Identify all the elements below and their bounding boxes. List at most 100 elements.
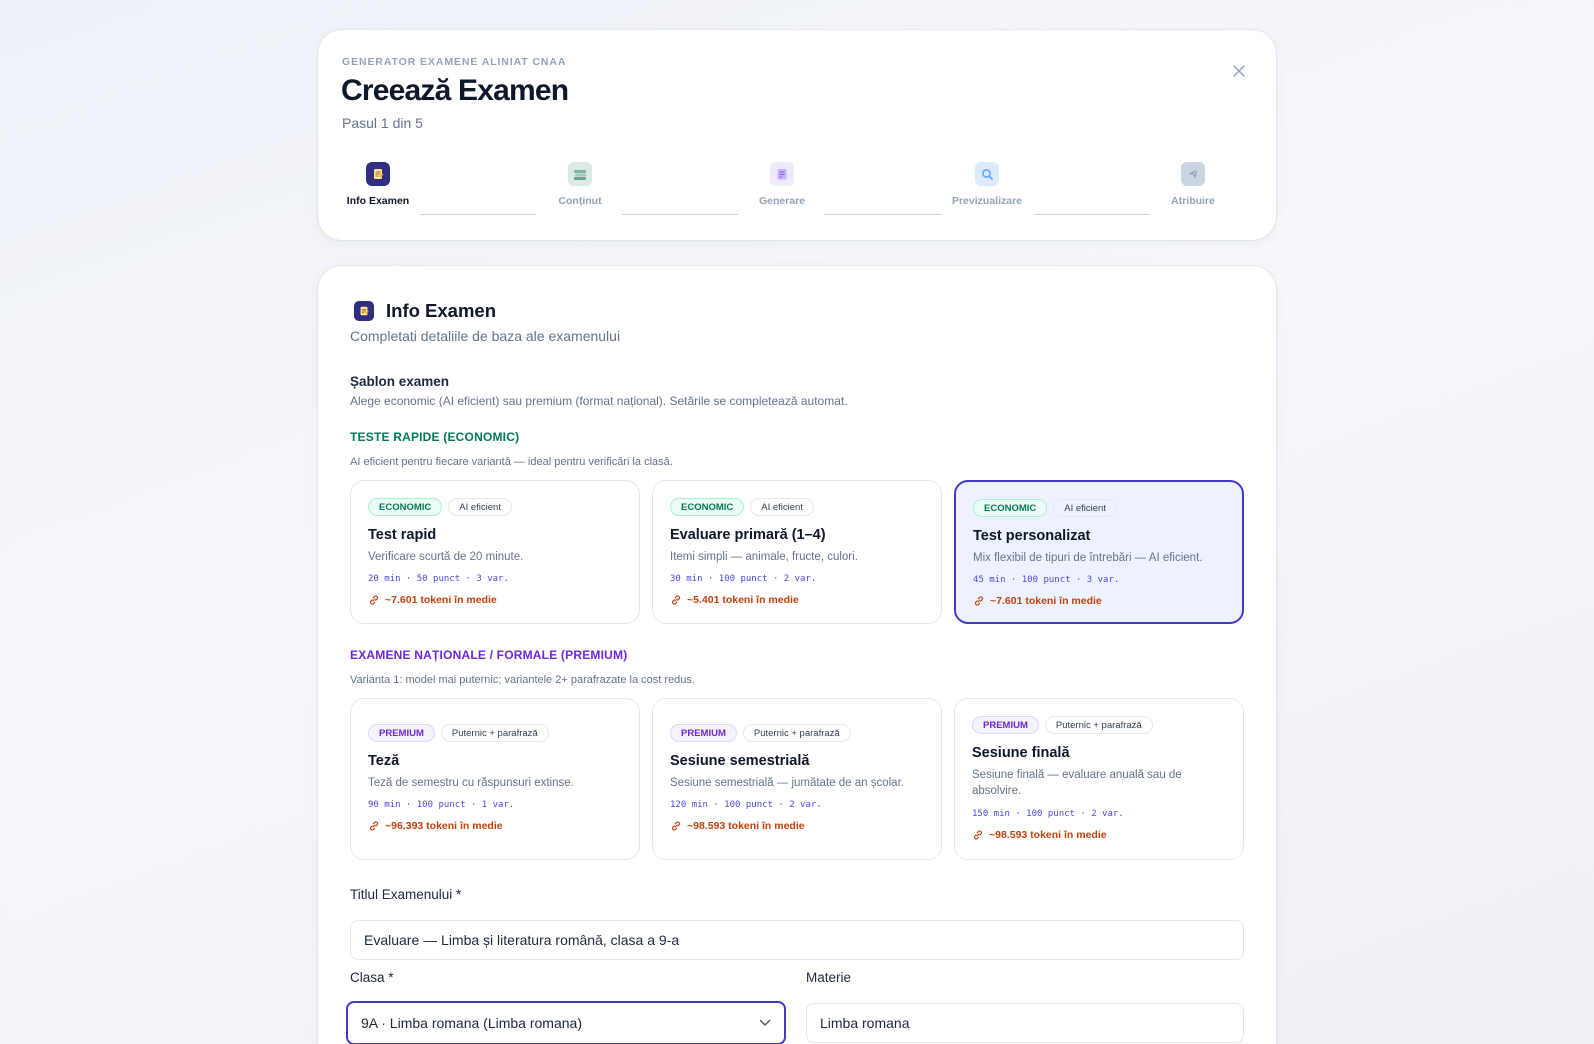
economic-badge: ECONOMIC bbox=[670, 498, 745, 516]
template-card-title: Test rapid bbox=[368, 527, 437, 543]
tokens-text: ~5.401 tokeni în medie bbox=[687, 594, 799, 606]
template-card-tokens: ~98.593 tokeni în medie bbox=[972, 829, 1107, 841]
template-card-title: Sesiune finală bbox=[972, 745, 1070, 761]
ai-tag-badge: AI eficient bbox=[1053, 499, 1117, 517]
template-card-description: Sesiune semestrială — jumătate de an șco… bbox=[670, 777, 904, 789]
close-icon bbox=[1233, 65, 1245, 77]
books-icon bbox=[568, 162, 592, 186]
template-card-sesiune-finala[interactable]: PREMIUM Puternic + parafrază Sesiune fin… bbox=[954, 698, 1244, 860]
economic-group-title: TESTE RAPIDE (ECONOMIC) bbox=[350, 430, 520, 444]
section-subtitle: Completati detaliile de baza ale examenu… bbox=[350, 328, 621, 344]
template-card-description: Teză de semestru cu răspunsuri extinse. bbox=[368, 777, 574, 789]
badge-row: PREMIUM Puternic + parafrază bbox=[670, 724, 857, 742]
section-header: Info Examen bbox=[354, 300, 496, 322]
template-card-meta: 150 min · 100 punct · 2 var. bbox=[972, 809, 1124, 819]
section-title: Info Examen bbox=[386, 300, 496, 321]
link-icon bbox=[671, 821, 681, 831]
ai-tag-badge: AI eficient bbox=[448, 498, 512, 516]
model-tag-badge: Puternic + parafrază bbox=[1044, 716, 1153, 734]
template-card-tokens: ~7.601 tokeni în medie bbox=[973, 595, 1102, 607]
class-select-value: 9A · Limba romana (Limba romana) bbox=[361, 1015, 582, 1031]
ai-tag-badge: AI eficient bbox=[750, 498, 814, 516]
link-icon bbox=[369, 595, 379, 605]
notepad-icon bbox=[770, 162, 794, 186]
template-card-title: Teză bbox=[368, 753, 400, 769]
template-card-meta: 30 min · 100 punct · 2 var. bbox=[670, 574, 817, 584]
model-tag-badge: Puternic + parafrază bbox=[440, 724, 549, 742]
step-atribuire[interactable]: Atribuire bbox=[1133, 162, 1253, 207]
economic-badge: ECONOMIC bbox=[368, 498, 443, 516]
tokens-text: ~7.601 tokeni în medie bbox=[990, 595, 1102, 607]
model-tag-badge: Puternic + parafrază bbox=[742, 724, 851, 742]
badge-row: PREMIUM Puternic + parafrază bbox=[368, 724, 555, 742]
step-label: Previzualizare bbox=[951, 195, 1023, 207]
badge-row: PREMIUM Puternic + parafrază bbox=[972, 716, 1159, 734]
template-card-description: Verificare scurtă de 20 minute. bbox=[368, 551, 524, 563]
step-continut[interactable]: Conținut bbox=[520, 162, 640, 207]
link-icon bbox=[671, 595, 681, 605]
step-connector bbox=[420, 214, 536, 215]
template-card-test-personalizat[interactable]: ECONOMIC AI eficient Test personalizat M… bbox=[954, 480, 1244, 624]
step-counter: Pasul 1 din 5 bbox=[342, 115, 423, 131]
document-pencil-icon bbox=[366, 162, 390, 186]
template-card-description: Itemi simpli — animale, fructe, culori. bbox=[670, 551, 858, 563]
tokens-text: ~98.593 tokeni în medie bbox=[687, 820, 805, 832]
template-card-test-rapid[interactable]: ECONOMIC AI eficient Test rapid Verifica… bbox=[350, 480, 640, 624]
step-label: Conținut bbox=[558, 195, 602, 207]
template-card-title: Evaluare primară (1–4) bbox=[670, 527, 826, 543]
link-icon bbox=[974, 596, 984, 606]
template-card-meta: 90 min · 100 punct · 1 var. bbox=[368, 800, 515, 810]
template-card-description: Sesiune finală — evaluare anuală sau de … bbox=[972, 769, 1182, 797]
premium-group-title: EXAMENE NAȚIONALE / FORMALE (PREMIUM) bbox=[350, 648, 628, 662]
tokens-text: ~7.601 tokeni în medie bbox=[385, 594, 497, 606]
template-card-tokens: ~98.593 tokeni în medie bbox=[670, 820, 805, 832]
step-connector bbox=[824, 214, 942, 215]
step-label: Info Examen bbox=[346, 195, 410, 207]
economic-badge: ECONOMIC bbox=[973, 499, 1048, 517]
exam-title-value: Evaluare — Limba și literatura română, c… bbox=[364, 932, 680, 948]
template-card-meta: 120 min · 100 punct · 2 var. bbox=[670, 800, 822, 810]
premium-badge: PREMIUM bbox=[368, 724, 435, 742]
link-icon bbox=[369, 821, 379, 831]
badge-row: ECONOMIC AI eficient bbox=[670, 498, 820, 516]
subject-value: Limba romana bbox=[820, 1015, 910, 1031]
tokens-text: ~98.593 tokeni în medie bbox=[989, 829, 1107, 841]
template-label: Șablon examen bbox=[350, 374, 450, 389]
tokens-text: ~96.393 tokeni în medie bbox=[385, 820, 503, 832]
step-previzualizare[interactable]: Previzualizare bbox=[927, 162, 1047, 207]
template-card-tokens: ~5.401 tokeni în medie bbox=[670, 594, 799, 606]
main-card: Info Examen Completati detaliile de baza… bbox=[318, 266, 1276, 1044]
header-card: GENERATOR EXAMENE ALINIAT CNAA Creează E… bbox=[318, 30, 1276, 240]
stepper: Info Examen Conținut Generare Previzuali… bbox=[318, 162, 1276, 222]
document-pencil-icon bbox=[354, 301, 374, 321]
badge-row: ECONOMIC AI eficient bbox=[368, 498, 518, 516]
premium-badge: PREMIUM bbox=[972, 716, 1039, 734]
template-card-description: Mix flexibil de tipuri de întrebări — AI… bbox=[973, 552, 1203, 564]
step-generare[interactable]: Generare bbox=[722, 162, 842, 207]
step-connector bbox=[1034, 214, 1150, 215]
premium-badge: PREMIUM bbox=[670, 724, 737, 742]
template-card-meta: 45 min · 100 punct · 3 var. bbox=[973, 575, 1120, 585]
template-card-meta: 20 min · 50 punct · 3 var. bbox=[368, 574, 509, 584]
subject-input[interactable]: Limba romana bbox=[806, 1003, 1244, 1043]
class-select[interactable]: 9A · Limba romana (Limba romana) bbox=[346, 1001, 786, 1044]
page-title: Creează Examen bbox=[341, 74, 569, 107]
template-card-teza[interactable]: PREMIUM Puternic + parafrază Teză Teză d… bbox=[350, 698, 640, 860]
send-icon bbox=[1181, 162, 1205, 186]
template-card-title: Test personalizat bbox=[973, 528, 1091, 544]
template-card-tokens: ~7.601 tokeni în medie bbox=[368, 594, 497, 606]
close-button[interactable] bbox=[1228, 60, 1250, 82]
subject-label: Materie bbox=[806, 970, 852, 985]
template-card-sesiune-semestriala[interactable]: PREMIUM Puternic + parafrază Sesiune sem… bbox=[652, 698, 942, 860]
step-connector bbox=[622, 214, 738, 215]
step-label: Atribuire bbox=[1171, 195, 1215, 207]
template-card-tokens: ~96.393 tokeni în medie bbox=[368, 820, 503, 832]
step-info-examen[interactable]: Info Examen bbox=[318, 162, 438, 207]
template-card-evaluare-primara[interactable]: ECONOMIC AI eficient Evaluare primară (1… bbox=[652, 480, 942, 624]
premium-group-description: Varianta 1: model mai puternic; variante… bbox=[350, 674, 695, 686]
chevron-down-icon bbox=[759, 1019, 771, 1027]
template-card-title: Sesiune semestrială bbox=[670, 753, 810, 769]
economic-group-description: AI eficient pentru fiecare variantă — id… bbox=[350, 456, 673, 468]
exam-title-input[interactable]: Evaluare — Limba și literatura română, c… bbox=[350, 920, 1244, 960]
app-eyebrow: GENERATOR EXAMENE ALINIAT CNAA bbox=[342, 56, 567, 68]
